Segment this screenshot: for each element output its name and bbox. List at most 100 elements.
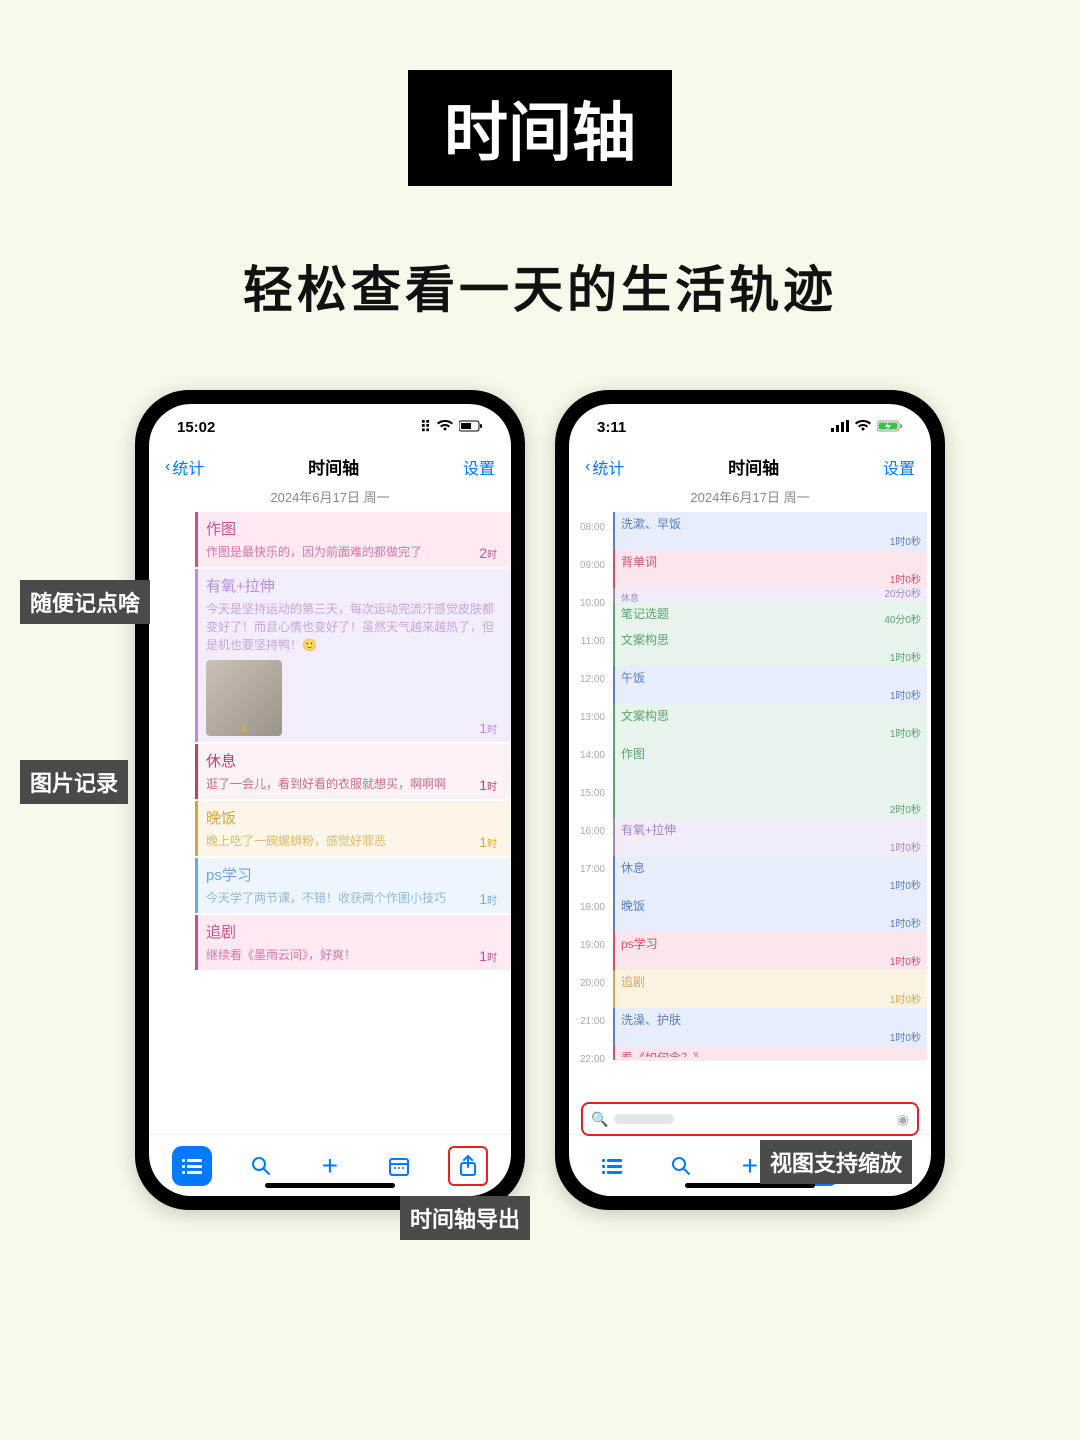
timeline-entry[interactable]: 休息逛了一会儿，看到好看的衣服就想买，啊啊啊1时	[195, 744, 511, 799]
phone-right: 3:11 ‹ 统计 时间轴	[555, 390, 945, 1210]
entry-duration: 2时	[479, 545, 497, 561]
block-title: 洗澡、护肤	[621, 1011, 921, 1028]
timeline-block[interactable]: 晚饭1时0秒	[613, 894, 927, 932]
timeline-entry[interactable]: 作图作图是最快乐的，因为前面难的都做完了2时	[195, 512, 511, 567]
hour-label: 13:00	[573, 712, 605, 723]
calendar-button[interactable]	[379, 1146, 419, 1186]
list-view-button[interactable]	[172, 1146, 212, 1186]
status-bar: 15:02 ⠿	[149, 404, 511, 450]
block-duration: 1时0秒	[890, 991, 921, 1006]
hour-label: 17:00	[573, 864, 605, 875]
block-duration: 1时0秒	[890, 953, 921, 968]
navigation-bar: ‹ 统计 时间轴 设置	[149, 450, 511, 487]
timeline-block[interactable]: 笔记选题40分0秒	[613, 602, 927, 628]
block-duration: 40分0秒	[884, 611, 921, 626]
timeline-block[interactable]: 洗漱、早饭1时0秒	[613, 512, 927, 550]
back-label: 统计	[172, 455, 204, 479]
nav-title: 时间轴	[308, 454, 359, 479]
entry-description: 晚上吃了一碗螺蛳粉，感觉好罪恶	[206, 832, 499, 850]
search-icon: 🔍	[591, 1111, 608, 1128]
callout-zoom: 视图支持缩放	[760, 1140, 912, 1184]
navigation-bar: ‹ 统计 时间轴 设置	[569, 450, 931, 487]
block-title: ps学习	[621, 935, 921, 952]
timeline-block[interactable]: 文案构思1时0秒	[613, 628, 927, 666]
timeline-entry[interactable]: 晚饭晚上吃了一碗螺蛳粉，感觉好罪恶1时	[195, 801, 511, 856]
timeline-block[interactable]: 背单词1时0秒	[613, 550, 927, 588]
block-title: 文案构思	[621, 631, 921, 648]
entry-duration: 1时	[479, 948, 497, 964]
block-title: 背单词	[621, 553, 921, 570]
block-duration: 1时0秒	[890, 533, 921, 548]
entry-description: 今天是坚持运动的第三天，每次运动完流汗感觉皮肤都变好了！而且心情也变好了！虽然天…	[206, 600, 499, 654]
hour-label: 09:00	[573, 560, 605, 571]
timeline-block[interactable]: 休息1时0秒	[613, 856, 927, 894]
chevron-left-icon: ‹	[585, 458, 590, 476]
block-duration: 1时0秒	[890, 877, 921, 892]
timeline-grid[interactable]: 08:0009:0010:0011:0012:0013:0014:0015:00…	[569, 512, 931, 1134]
search-button[interactable]	[661, 1146, 701, 1186]
block-duration: 2时0秒	[890, 801, 921, 816]
block-title: 看《如何念？》	[621, 1049, 921, 1057]
wifi-icon	[437, 419, 453, 436]
timeline-block[interactable]: 文案构思1时0秒	[613, 704, 927, 742]
grid-line	[609, 1060, 927, 1061]
clock: 15:02	[177, 419, 215, 436]
block-duration: 1时0秒	[890, 725, 921, 740]
timeline-block[interactable]: 午饭1时0秒	[613, 666, 927, 704]
timeline-block[interactable]: 休息20分0秒	[613, 588, 927, 602]
chevron-left-icon: ‹	[165, 458, 170, 476]
search-bar[interactable]: 🔍 ◉	[581, 1102, 919, 1136]
timeline-list[interactable]: 14:00作图作图是最快乐的，因为前面难的都做完了2时16:00有氧+拉伸今天是…	[149, 512, 511, 1134]
entry-title: 晚饭	[206, 807, 499, 828]
entry-title: 休息	[206, 750, 499, 771]
timeline-entry[interactable]: ps学习今天学了两节课，不错！收获两个作图小技巧1时	[195, 858, 511, 913]
list-view-button[interactable]	[592, 1146, 632, 1186]
entry-description: 作图是最快乐的，因为前面难的都做完了	[206, 543, 499, 561]
entry-duration: 1时	[479, 834, 497, 850]
date-label: 2024年6月17日 周一	[149, 487, 511, 512]
timeline-block[interactable]: 洗澡、护肤1时0秒	[613, 1008, 927, 1046]
timeline-block[interactable]: 有氧+拉伸1时0秒	[613, 818, 927, 856]
home-indicator	[265, 1183, 395, 1188]
back-button[interactable]: ‹ 统计	[165, 455, 204, 479]
block-title: 文案构思	[621, 707, 921, 724]
entry-title: ps学习	[206, 864, 499, 885]
block-title: 晚饭	[621, 897, 921, 914]
wifi-icon	[855, 419, 871, 436]
search-button[interactable]	[241, 1146, 281, 1186]
block-title: 有氧+拉伸	[621, 821, 921, 838]
date-label: 2024年6月17日 周一	[569, 487, 931, 512]
timeline-block[interactable]: ps学习1时0秒	[613, 932, 927, 970]
clock: 3:11	[597, 419, 626, 436]
block-title: 追剧	[621, 973, 921, 990]
hour-label: 19:00	[573, 940, 605, 951]
block-duration: 1时0秒	[890, 687, 921, 702]
hour-label: 14:00	[573, 750, 605, 761]
timeline-block[interactable]: 作图 2时0秒	[613, 742, 927, 818]
hour-label: 15:00	[573, 788, 605, 799]
entry-description: 继续看《墨雨云间》，好爽！	[206, 946, 499, 964]
block-duration: 1时0秒	[890, 1029, 921, 1044]
block-title: 洗漱、早饭	[621, 515, 921, 532]
entry-description: 今天学了两节课，不错！收获两个作图小技巧	[206, 889, 499, 907]
back-button[interactable]: ‹ 统计	[585, 455, 624, 479]
timeline-block[interactable]: 追剧1时0秒	[613, 970, 927, 1008]
signal-icon	[831, 419, 849, 436]
add-button[interactable]: +	[310, 1146, 350, 1186]
entry-photo[interactable]: 🐈	[206, 660, 282, 736]
settings-button[interactable]: 设置	[883, 455, 915, 479]
entry-description: 逛了一会儿，看到好看的衣服就想买，啊啊啊	[206, 775, 499, 793]
settings-button[interactable]: 设置	[463, 455, 495, 479]
share-export-button[interactable]	[448, 1146, 488, 1186]
block-title: 作图	[621, 745, 921, 762]
timeline-entry[interactable]: 有氧+拉伸今天是坚持运动的第三天，每次运动完流汗感觉皮肤都变好了！而且心情也变好…	[195, 569, 511, 742]
page-title-badge: 时间轴	[408, 70, 672, 186]
phone-left: 15:02 ⠿ ‹ 统计 时间轴 设置 2	[135, 390, 525, 1210]
block-title: 午饭	[621, 669, 921, 686]
page-subtitle: 轻松查看一天的生活轨迹	[0, 250, 1080, 322]
block-duration: 20分0秒	[884, 585, 921, 600]
timeline-entry[interactable]: 追剧继续看《墨雨云间》，好爽！1时	[195, 915, 511, 970]
timeline-block[interactable]: 看《如何念？》	[613, 1046, 927, 1060]
nav-title: 时间轴	[728, 454, 779, 479]
entry-duration: 1时	[479, 777, 497, 793]
